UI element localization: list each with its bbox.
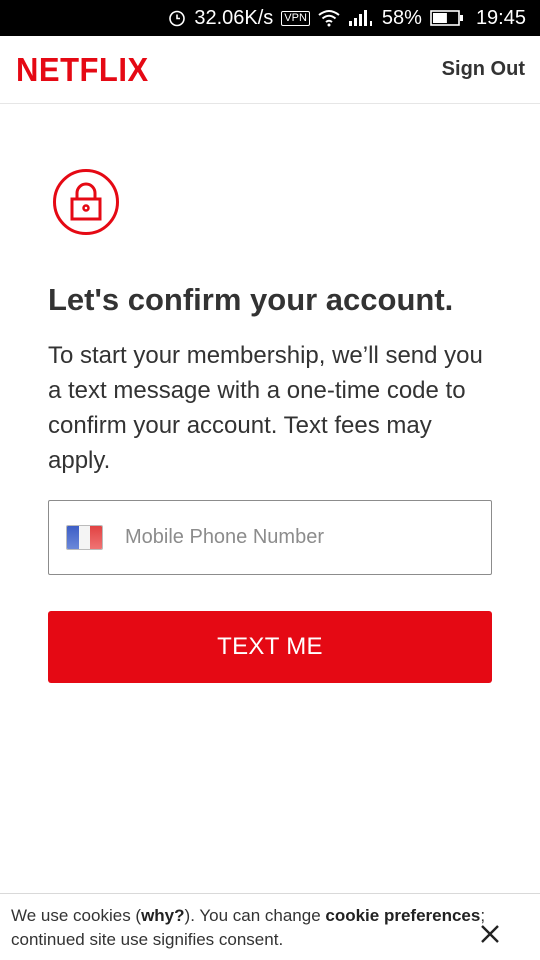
cookie-banner: We use cookies (why?). You can change co…	[0, 893, 540, 960]
close-icon[interactable]	[480, 924, 500, 944]
cookie-preferences-link[interactable]: cookie preferences	[325, 906, 480, 925]
text-me-button[interactable]: TEXT ME	[48, 611, 492, 683]
clock-time: 19:45	[475, 6, 526, 29]
network-speed: 32.06K/s	[194, 6, 274, 29]
vpn-badge: VPN	[281, 10, 310, 26]
sign-out-link[interactable]: Sign Out	[442, 58, 525, 81]
lock-icon	[52, 168, 120, 236]
alarm-clock-icon	[168, 9, 186, 27]
signal-icon	[348, 9, 374, 27]
netflix-logo[interactable]: NETFLIX	[16, 50, 149, 89]
france-flag-icon[interactable]	[66, 525, 103, 550]
cookie-text-prefix: We use cookies (	[11, 906, 142, 925]
wifi-icon	[318, 9, 340, 27]
cookie-text: We use cookies (why?). You can change co…	[11, 904, 501, 952]
battery-percent: 58%	[381, 6, 422, 29]
cookie-why-link[interactable]: why?	[141, 906, 184, 925]
page-description: To start your membership, we’ll send you…	[48, 342, 483, 474]
page-title: Let's confirm your account.	[48, 282, 454, 317]
app-header: NETFLIX Sign Out	[0, 36, 540, 104]
status-bar: 32.06K/s VPN 58% 19:45	[0, 0, 540, 36]
mobile-phone-input[interactable]	[125, 526, 455, 549]
battery-icon	[430, 9, 464, 27]
phone-field[interactable]	[48, 500, 492, 575]
cookie-text-middle: ). You can change	[184, 906, 326, 925]
